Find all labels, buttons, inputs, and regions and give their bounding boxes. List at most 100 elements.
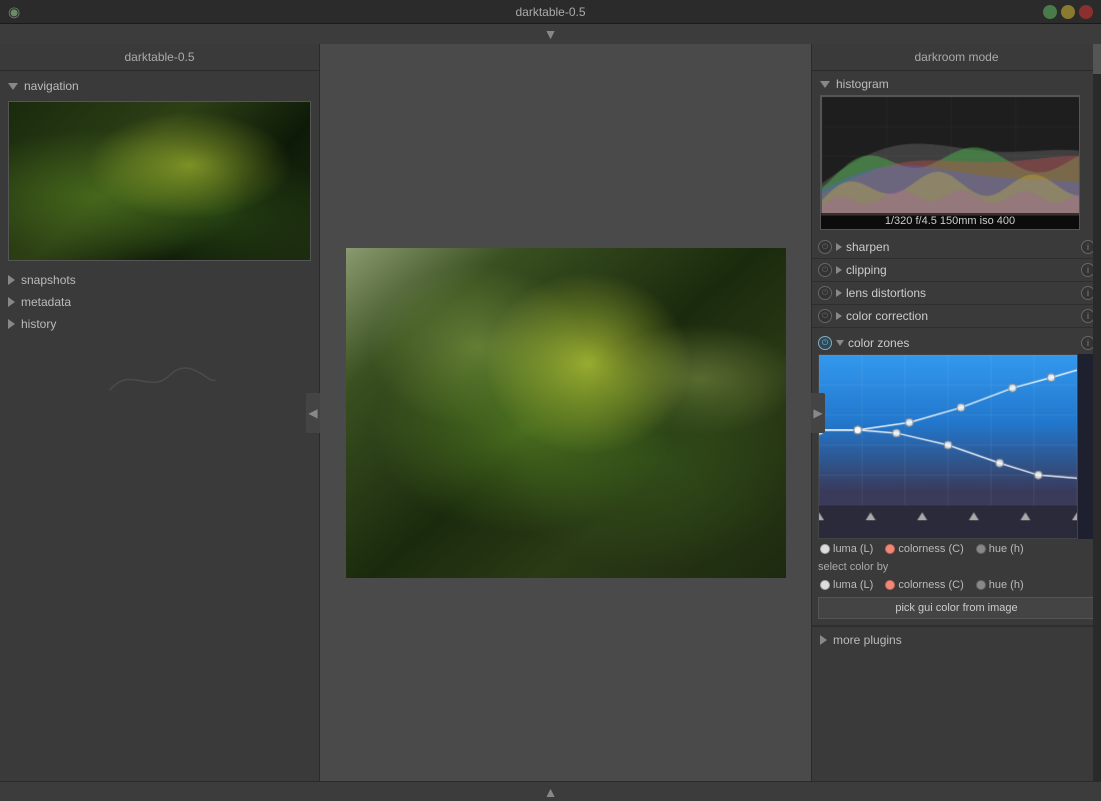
image-area — [320, 44, 811, 781]
history-header[interactable]: history — [0, 313, 319, 335]
select-color-label: select color by — [818, 559, 1095, 575]
window-title: darktable-0.5 — [515, 5, 585, 19]
navigation-header[interactable]: navigation — [0, 75, 319, 97]
lens-expand-icon — [836, 289, 842, 297]
navigation-section: navigation — [0, 71, 319, 269]
colorness-radio-display[interactable]: colorness (C) — [885, 543, 963, 555]
plant-photo — [346, 248, 786, 578]
titlebar: ◉ darktable-0.5 — [0, 0, 1101, 24]
snapshots-label: snapshots — [21, 273, 76, 287]
decorative-swirl — [0, 335, 319, 428]
clipping-power-button[interactable]: ⏻ — [818, 263, 832, 277]
color-correction-power-button[interactable]: ⏻ — [818, 309, 832, 323]
module-color-correction[interactable]: ⏻ color correction i — [812, 305, 1101, 328]
color-zones-graph — [818, 354, 1095, 539]
sharpen-expand-icon — [836, 243, 842, 251]
histogram-canvas — [821, 96, 1080, 216]
close-button[interactable] — [1079, 5, 1093, 19]
dt-logo: ◉ — [8, 3, 20, 20]
left-panel-title: darktable-0.5 — [0, 44, 319, 71]
module-sharpen[interactable]: ⏻ sharpen i — [812, 236, 1101, 259]
right-panel-title: darkroom mode — [812, 44, 1101, 71]
thumbnail-image — [9, 102, 310, 260]
color-zones-power-button[interactable]: ⏻ — [818, 336, 832, 350]
maximize-button[interactable] — [1061, 5, 1075, 19]
sharpen-label: sharpen — [846, 240, 1077, 254]
color-zones-expand-icon — [836, 340, 844, 346]
histogram-label: histogram — [836, 77, 889, 91]
scrollbar-thumb[interactable] — [1093, 44, 1101, 74]
lens-label: lens distortions — [846, 286, 1077, 300]
hue-radio-label: hue (h) — [989, 543, 1024, 555]
display-radio-group: luma (L) colorness (C) hue (h) — [818, 539, 1095, 559]
luma-radio-dot — [820, 544, 830, 554]
power-icon: ⏻ — [822, 338, 828, 348]
colorness-select-dot — [885, 580, 895, 590]
clipping-label: clipping — [846, 263, 1077, 277]
histogram-section: histogram 1/320 f/4.5 150mm iso 400 — [812, 71, 1101, 234]
more-plugins-expand-icon — [820, 635, 827, 645]
pick-color-button[interactable]: pick gui color from image — [818, 597, 1095, 619]
module-color-zones: ⏻ color zones i luma (L) — [812, 328, 1101, 626]
color-zones-header[interactable]: ⏻ color zones i — [818, 332, 1095, 354]
power-icon: ⏻ — [822, 288, 828, 298]
top-collapse-arrow[interactable]: ▼ — [0, 24, 1101, 44]
right-panel-collapse-button[interactable]: ▶ — [811, 393, 825, 433]
center-panel — [320, 44, 811, 781]
power-icon: ⏻ — [822, 311, 828, 321]
power-icon: ⏻ — [822, 242, 828, 252]
main-layout: darktable-0.5 navigation snapshots metad… — [0, 44, 1101, 781]
snapshots-expand-icon — [8, 275, 15, 285]
chevron-up-icon: ▲ — [544, 784, 558, 800]
history-label: history — [21, 317, 56, 331]
module-clipping[interactable]: ⏻ clipping i — [812, 259, 1101, 282]
select-radio-group: luma (L) colorness (C) hue (h) — [818, 575, 1095, 595]
hue-select-dot — [976, 580, 986, 590]
hue-radio-display[interactable]: hue (h) — [976, 543, 1024, 555]
clipping-expand-icon — [836, 266, 842, 274]
left-panel: darktable-0.5 navigation snapshots metad… — [0, 44, 320, 781]
colorness-select-label: colorness (C) — [898, 579, 963, 591]
histogram-expand-icon — [820, 81, 830, 88]
bottom-collapse-arrow[interactable]: ▲ — [0, 781, 1101, 801]
metadata-expand-icon — [8, 297, 15, 307]
minimize-button[interactable] — [1043, 5, 1057, 19]
modules-list: ⏻ sharpen i ⏻ clipping i ⏻ — [812, 234, 1101, 781]
histogram-display: 1/320 f/4.5 150mm iso 400 — [820, 95, 1080, 230]
colorness-radio-dot — [885, 544, 895, 554]
histogram-info: 1/320 f/4.5 150mm iso 400 — [821, 213, 1079, 229]
hue-radio-dot — [976, 544, 986, 554]
luma-select-label: luma (L) — [833, 579, 873, 591]
module-lens-distortions[interactable]: ⏻ lens distortions i — [812, 282, 1101, 305]
hue-select-radio[interactable]: hue (h) — [976, 579, 1024, 591]
snapshots-header[interactable]: snapshots — [0, 269, 319, 291]
lens-power-button[interactable]: ⏻ — [818, 286, 832, 300]
hue-select-label: hue (h) — [989, 579, 1024, 591]
right-panel: darkroom mode histogram 1/320 f/4.5 150m… — [811, 44, 1101, 781]
more-plugins-label: more plugins — [833, 633, 902, 647]
colorness-select-radio[interactable]: colorness (C) — [885, 579, 963, 591]
navigation-label: navigation — [24, 79, 79, 93]
window-controls — [1043, 5, 1093, 19]
color-correction-expand-icon — [836, 312, 842, 320]
navigation-expand-icon — [8, 83, 18, 90]
color-correction-label: color correction — [846, 309, 1077, 323]
history-expand-icon — [8, 319, 15, 329]
power-icon: ⏻ — [822, 265, 828, 275]
colorness-radio-label: colorness (C) — [898, 543, 963, 555]
color-zones-label: color zones — [848, 336, 1077, 350]
navigation-thumbnail — [8, 101, 311, 261]
luma-select-radio[interactable]: luma (L) — [820, 579, 873, 591]
metadata-header[interactable]: metadata — [0, 291, 319, 313]
luma-radio-label: luma (L) — [833, 543, 873, 555]
main-image — [346, 248, 786, 578]
luma-radio-display[interactable]: luma (L) — [820, 543, 873, 555]
chevron-down-icon: ▼ — [544, 26, 558, 42]
sharpen-power-button[interactable]: ⏻ — [818, 240, 832, 254]
luma-select-dot — [820, 580, 830, 590]
metadata-label: metadata — [21, 295, 71, 309]
left-panel-collapse-button[interactable]: ◀ — [306, 393, 320, 433]
color-zones-canvas — [818, 354, 1078, 539]
right-scrollbar[interactable] — [1093, 44, 1101, 781]
more-plugins-section[interactable]: more plugins — [812, 626, 1101, 653]
